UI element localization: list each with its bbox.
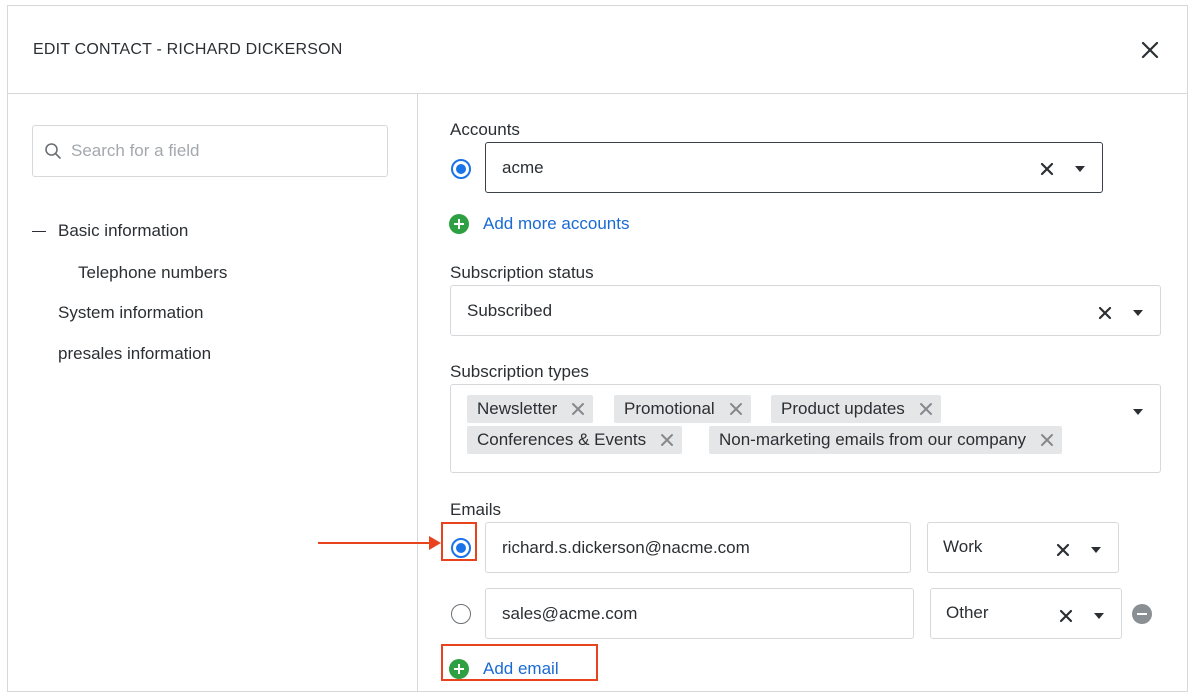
clear-icon[interactable]: [1056, 543, 1070, 557]
clear-icon[interactable]: [1098, 306, 1112, 320]
account-value: acme: [502, 158, 544, 177]
clear-icon[interactable]: [1059, 609, 1073, 623]
email-type-value: Work: [943, 537, 983, 556]
add-email-label: Add email: [483, 659, 559, 678]
chevron-down-icon[interactable]: [1133, 310, 1143, 316]
subscription-status-label: Subscription status: [450, 263, 594, 282]
chevron-down-icon[interactable]: [1133, 409, 1143, 415]
email-type-select-1[interactable]: Work: [927, 522, 1119, 573]
account-select[interactable]: acme: [485, 142, 1103, 193]
field-sidebar: Basic information Telephone numbers Syst…: [8, 94, 418, 692]
emails-label: Emails: [450, 500, 502, 519]
tag-newsletter: Newsletter: [467, 395, 594, 423]
close-icon[interactable]: [1139, 39, 1161, 61]
search-input[interactable]: [71, 138, 371, 164]
nav-system-information[interactable]: System information: [58, 303, 204, 323]
email-secondary-radio[interactable]: [451, 604, 471, 624]
plus-circle-icon: [449, 214, 469, 234]
clear-icon[interactable]: [1040, 162, 1054, 176]
collapse-dash-icon[interactable]: [32, 231, 46, 232]
tag-non-marketing-emails: Non-marketing emails from our company: [709, 426, 1063, 454]
subscription-status-value: Subscribed: [467, 301, 553, 320]
add-more-accounts-button[interactable]: Add more accounts: [449, 214, 629, 234]
search-icon: [45, 143, 61, 159]
email-input-1[interactable]: richard.s.dickerson@nacme.com: [485, 522, 911, 573]
annotation-arrow-line: [318, 542, 430, 544]
add-more-accounts-label: Add more accounts: [483, 214, 630, 233]
nav-telephone-numbers[interactable]: Telephone numbers: [78, 263, 227, 283]
email-primary-radio[interactable]: [451, 538, 471, 558]
remove-tag-icon[interactable]: [1040, 433, 1054, 447]
email-value: sales@acme.com: [502, 604, 638, 623]
account-primary-radio[interactable]: [451, 159, 471, 179]
modal-header: EDIT CONTACT - RICHARD DICKERSON: [8, 6, 1187, 94]
remove-email-icon[interactable]: [1132, 604, 1152, 624]
remove-tag-icon[interactable]: [660, 433, 674, 447]
subscription-types-label: Subscription types: [450, 362, 589, 381]
modal-title: EDIT CONTACT - RICHARD DICKERSON: [33, 41, 343, 58]
edit-form: Accounts acme Add more accounts Subscrip…: [419, 94, 1189, 692]
tag-conferences-events: Conferences & Events: [467, 426, 683, 454]
remove-tag-icon[interactable]: [729, 402, 743, 416]
email-value: richard.s.dickerson@nacme.com: [502, 538, 750, 557]
accounts-label: Accounts: [450, 120, 520, 139]
subscription-status-select[interactable]: Subscribed: [450, 285, 1161, 336]
tag-promotional: Promotional: [614, 395, 751, 423]
remove-tag-icon[interactable]: [919, 402, 933, 416]
chevron-down-icon[interactable]: [1075, 166, 1085, 172]
plus-circle-icon: [449, 659, 469, 679]
add-email-button[interactable]: Add email: [449, 659, 559, 679]
nav-presales-information[interactable]: presales information: [58, 344, 211, 364]
tag-product-updates: Product updates: [771, 395, 941, 423]
email-input-2[interactable]: sales@acme.com: [485, 588, 914, 639]
subscription-types-select[interactable]: Newsletter Promotional Product updates C…: [450, 384, 1161, 473]
chevron-down-icon[interactable]: [1091, 547, 1101, 553]
email-type-value: Other: [946, 603, 989, 622]
field-search: [32, 125, 388, 177]
remove-tag-icon[interactable]: [571, 402, 585, 416]
edit-contact-modal: EDIT CONTACT - RICHARD DICKERSON Basic i…: [7, 5, 1188, 692]
nav-basic-information[interactable]: Basic information: [58, 221, 188, 241]
email-type-select-2[interactable]: Other: [930, 588, 1122, 639]
annotation-arrow-icon: [429, 536, 441, 550]
chevron-down-icon[interactable]: [1094, 613, 1104, 619]
